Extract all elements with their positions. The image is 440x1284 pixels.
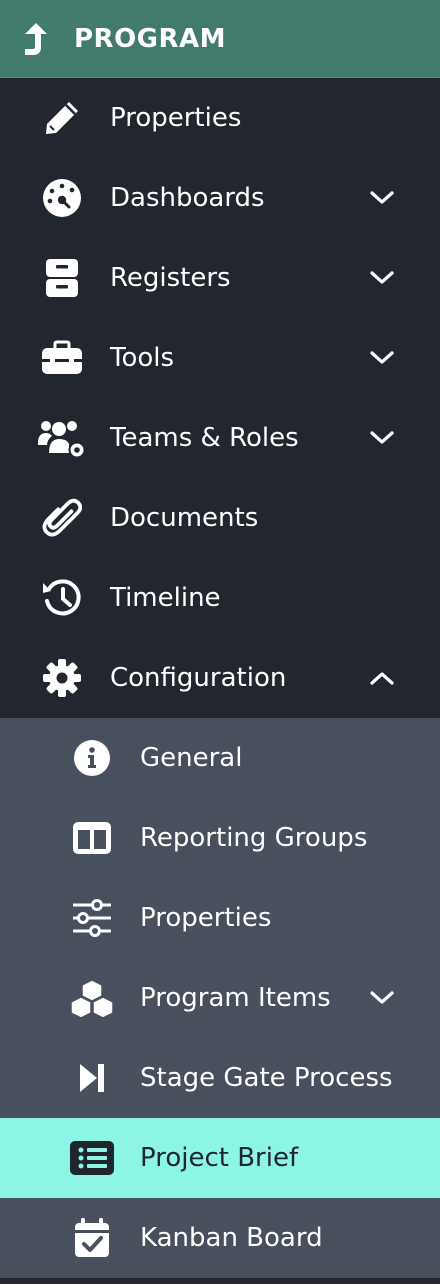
level-up-arrow-icon <box>16 19 56 59</box>
sidebar: PROGRAM Properties Dashboards Registers … <box>0 0 440 1284</box>
menu-item-label: Documents <box>110 503 259 533</box>
menu-item-label: Dashboards <box>110 183 265 213</box>
chevron-down-icon[interactable] <box>368 184 396 212</box>
step-forward-icon <box>66 1052 118 1104</box>
toolbox-icon <box>36 332 88 384</box>
submenu-item-project-brief[interactable]: Project Brief <box>0 1118 440 1198</box>
gauge-icon <box>36 172 88 224</box>
chevron-down-icon[interactable] <box>368 264 396 292</box>
submenu-item-label: Kanban Board <box>140 1223 323 1253</box>
menu-item-label: Tools <box>110 343 175 373</box>
menu-item-configuration[interactable]: Configuration <box>0 638 440 718</box>
submenu-item-label: Stage Gate Process <box>140 1063 393 1093</box>
menu-item-label: Properties <box>110 103 242 133</box>
menu-item-label: Registers <box>110 263 231 293</box>
cubes-icon <box>66 972 118 1024</box>
configuration-submenu: General Reporting Groups Properties Prog… <box>0 718 440 1278</box>
menu-item-label: Configuration <box>110 663 287 693</box>
archive-icon <box>36 252 88 304</box>
calendar-check-icon <box>66 1212 118 1264</box>
menu-item-teams-roles[interactable]: Teams & Roles <box>0 398 440 478</box>
info-circle-icon <box>66 732 118 784</box>
submenu-item-kanban-board[interactable]: Kanban Board <box>0 1198 440 1278</box>
submenu-item-properties[interactable]: Properties <box>0 878 440 958</box>
chevron-up-icon[interactable] <box>368 664 396 692</box>
submenu-item-general[interactable]: General <box>0 718 440 798</box>
submenu-item-label: Properties <box>140 903 272 933</box>
menu-item-label: Teams & Roles <box>110 423 299 453</box>
submenu-item-stage-gate-process[interactable]: Stage Gate Process <box>0 1038 440 1118</box>
chevron-down-icon[interactable] <box>368 344 396 372</box>
list-alt-icon <box>66 1132 118 1184</box>
menu-item-tools[interactable]: Tools <box>0 318 440 398</box>
menu-item-dashboards[interactable]: Dashboards <box>0 158 440 238</box>
menu-item-timeline[interactable]: Timeline <box>0 558 440 638</box>
gear-icon <box>36 652 88 704</box>
menu-item-documents[interactable]: Documents <box>0 478 440 558</box>
menu-item-registers[interactable]: Registers <box>0 238 440 318</box>
users-cog-icon <box>36 412 88 464</box>
menu-item-properties[interactable]: Properties <box>0 78 440 158</box>
chevron-down-icon[interactable] <box>368 424 396 452</box>
submenu-item-program-items[interactable]: Program Items <box>0 958 440 1038</box>
submenu-item-reporting-groups[interactable]: Reporting Groups <box>0 798 440 878</box>
menu-item-label: Timeline <box>110 583 221 613</box>
submenu-item-label: Program Items <box>140 983 331 1013</box>
submenu-item-label: Project Brief <box>140 1143 299 1173</box>
submenu-item-label: Reporting Groups <box>140 823 368 853</box>
sliders-icon <box>66 892 118 944</box>
columns-icon <box>66 812 118 864</box>
pencil-icon <box>36 92 88 144</box>
chevron-down-icon[interactable] <box>368 984 396 1012</box>
submenu-item-label: General <box>140 743 243 773</box>
program-title: PROGRAM <box>74 23 227 54</box>
paperclip-icon <box>36 492 88 544</box>
program-header[interactable]: PROGRAM <box>0 0 440 78</box>
history-icon <box>36 572 88 624</box>
